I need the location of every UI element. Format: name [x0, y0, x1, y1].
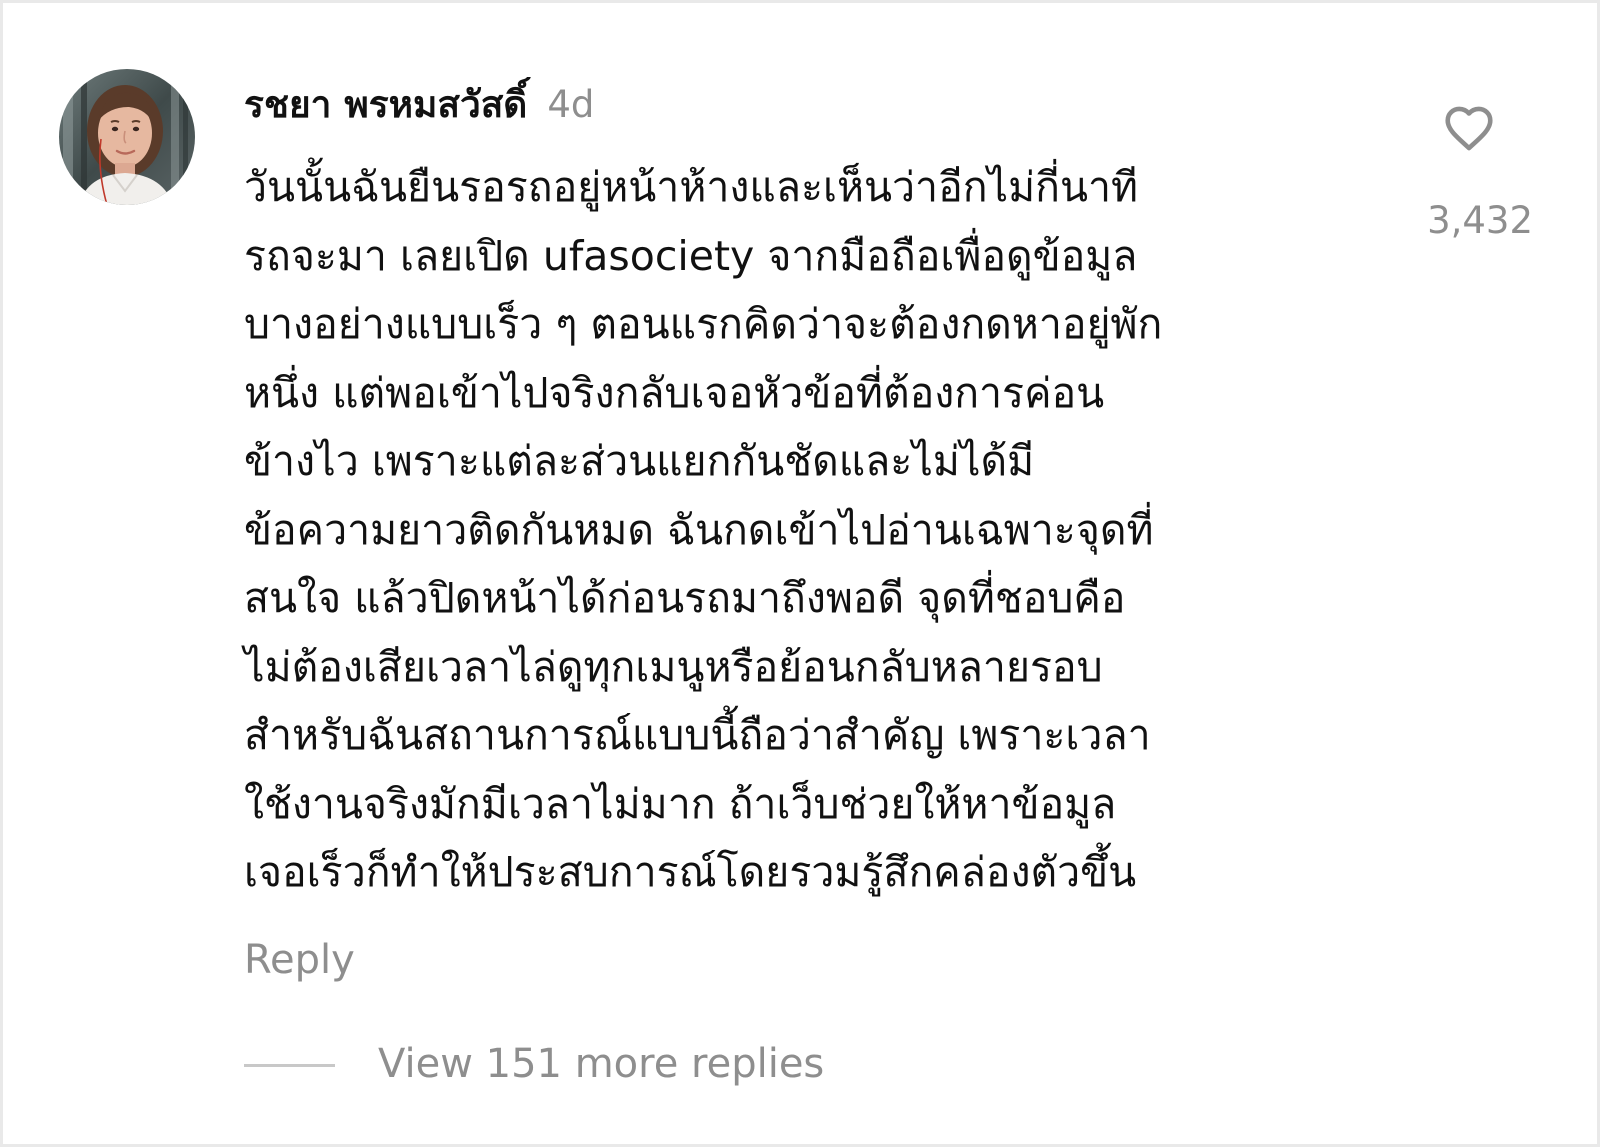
comment-line: หนึ่ง แต่พอเข้าไปจริงกลับเจอหัวข้อที่ต้อ… [244, 368, 1105, 417]
comment-line: เจอเร็วก็ทำให้ประสบการณ์โดยรวมรู้สึกคล่อ… [244, 848, 1137, 896]
comment-line: ไม่ต้องเสียเวลาไล่ดูทุกเมนูหรือย้อนกลับห… [244, 642, 1103, 691]
comment-card: รชยา พรหมสวัสดิ์ 4d วันนั้นฉันยืนรอรถอยู… [0, 0, 1600, 1147]
comment-line: สำหรับฉันสถานการณ์แบบนี้ถือว่าสำคัญ เพรา… [244, 711, 1151, 759]
avatar-photo [59, 69, 195, 205]
timestamp: 4d [547, 83, 595, 126]
comment-line: บางอย่างแบบเร็ว ๆ ตอนแรกคิดว่าจะต้องกดหา… [244, 300, 1163, 348]
comment-line: ใช้งานจริงมักมีเวลาไม่มาก ถ้าเว็บช่วยให้… [244, 779, 1117, 828]
comment-line: ข้อความยาวติดกันหมด ฉันกดเข้าไปอ่านเฉพาะ… [244, 505, 1154, 554]
comment-line: ข้างไว เพราะแต่ละส่วนแยกกันชัดและไม่ได้ม… [244, 437, 1035, 485]
like-button[interactable] [1440, 99, 1498, 157]
comment-line: วันนั้นฉันยืนรอรถอยู่หน้าห้างและเห็นว่าอ… [244, 163, 1139, 211]
replies-divider [244, 1064, 335, 1067]
username[interactable]: รชยา พรหมสวัสดิ์ [244, 75, 527, 134]
heart-outline-icon [1445, 106, 1493, 151]
reply-button[interactable]: Reply [244, 937, 355, 983]
comment-header: รชยา พรหมสวัสดิ์ 4d [244, 75, 594, 135]
comment-line: สนใจ แล้วปิดหน้าได้ก่อนรถมาถึงพอดี จุดที… [244, 574, 1126, 622]
like-count: 3,432 [1427, 199, 1533, 242]
view-more-replies-button[interactable]: View 151 more replies [378, 1041, 824, 1087]
comment-text: วันนั้นฉันยืนรอรถอยู่หน้าห้างและเห็นว่าอ… [244, 153, 1374, 907]
avatar[interactable] [59, 69, 195, 205]
comment-line: รถจะมา เลยเปิด ufasociety จากมือถือเพื่อ… [244, 231, 1138, 280]
